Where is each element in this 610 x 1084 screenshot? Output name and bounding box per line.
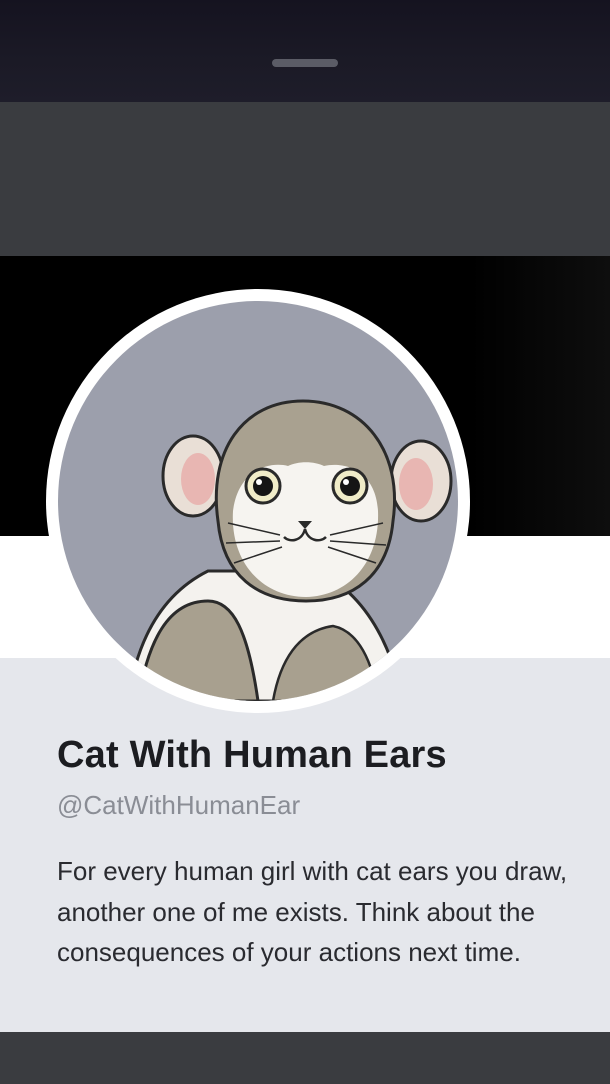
header-spacer — [0, 102, 610, 256]
display-name: Cat With Human Ears — [57, 734, 447, 776]
avatar[interactable] — [46, 289, 470, 713]
profile-info-card — [0, 658, 610, 1032]
drag-handle[interactable] — [272, 59, 338, 67]
username[interactable]: @CatWithHumanEar — [57, 790, 300, 821]
bio-text: For every human girl with cat ears you d… — [57, 856, 568, 967]
bottom-bar — [0, 1032, 610, 1084]
banner-shade — [470, 256, 610, 536]
top-app-bar — [0, 0, 610, 102]
cat-avatar-image — [58, 301, 458, 701]
